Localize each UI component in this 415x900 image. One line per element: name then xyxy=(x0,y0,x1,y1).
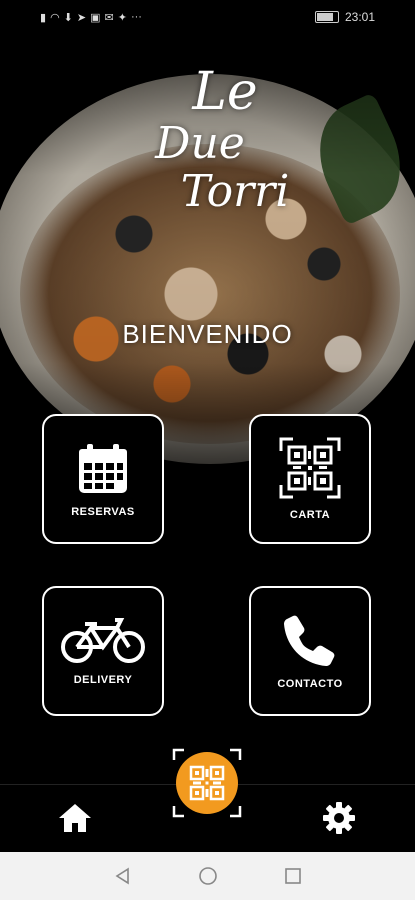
restaurant-logo: Le Due Torri xyxy=(110,66,310,246)
telegram-icon: ➤ xyxy=(76,11,87,24)
delivery-button[interactable]: DELIVERY xyxy=(42,586,164,716)
notification-icons: ▮ ◠ ⬇ ➤ ▣ ✉ ✦ ··· xyxy=(40,11,142,24)
delivery-label: DELIVERY xyxy=(73,674,133,686)
carta-button[interactable]: CARTA xyxy=(249,414,371,544)
logo-line-3: Torri xyxy=(180,166,290,217)
recents-nav-button[interactable] xyxy=(283,866,303,886)
logo-line-1: Le xyxy=(192,62,258,122)
settings-button[interactable] xyxy=(322,801,356,840)
scan-frame-icon xyxy=(172,748,242,818)
bicycle-icon xyxy=(61,618,145,663)
twitter-icon: ✦ xyxy=(117,11,127,24)
mail-icon: ✉ xyxy=(104,11,114,24)
carta-label: CARTA xyxy=(289,509,331,521)
reservas-button[interactable]: RESERVAS xyxy=(42,414,164,544)
wifi-icon: ◠ xyxy=(50,11,60,24)
phone-icon xyxy=(284,615,335,666)
reservas-label: RESERVAS xyxy=(71,506,135,518)
clock: 23:01 xyxy=(344,10,375,24)
sim-icon: ▮ xyxy=(40,11,47,24)
welcome-title: BIENVENIDO xyxy=(122,319,293,349)
home-button[interactable] xyxy=(58,803,92,838)
qr-code-icon xyxy=(279,437,341,499)
download-icon: ⬇ xyxy=(63,11,73,24)
battery-icon xyxy=(314,11,339,23)
status-bar: ▮ ◠ ⬇ ➤ ▣ ✉ ✦ ··· 23:01 xyxy=(0,0,415,34)
back-nav-button[interactable] xyxy=(113,866,133,886)
logo-line-2: Due xyxy=(155,118,245,169)
gear-icon xyxy=(323,802,355,834)
home-nav-button[interactable] xyxy=(198,866,218,886)
image-icon: ▣ xyxy=(90,11,101,24)
contacto-button[interactable]: CONTACTO xyxy=(249,586,371,716)
calendar-icon xyxy=(79,444,127,493)
system-nav-bar xyxy=(0,852,415,900)
contacto-label: CONTACTO xyxy=(277,678,343,690)
home-icon xyxy=(59,804,91,832)
more-indicator: ··· xyxy=(130,11,142,23)
